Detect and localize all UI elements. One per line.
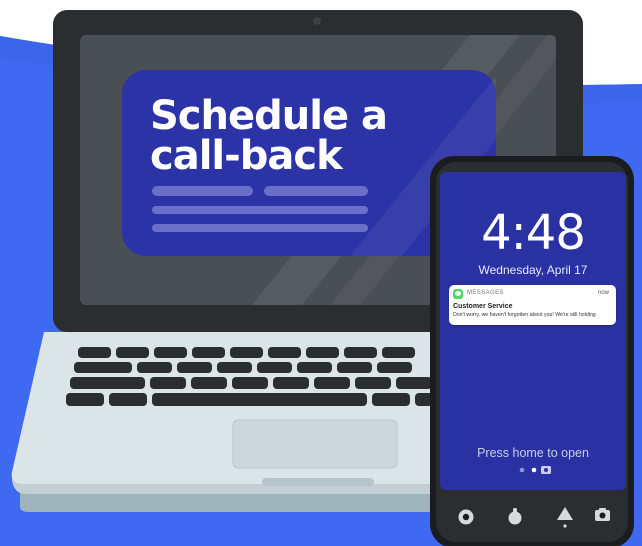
placeholder-line [152,206,368,214]
webcam-icon [313,17,321,25]
notification-time: now [597,290,609,296]
headline-line-2: call-back [150,133,343,179]
message-notification[interactable]: MESSAGES now Customer Service Don't worr… [449,285,616,325]
headline-line-1: Schedule a [150,93,388,139]
notification-title: Customer Service [453,303,513,310]
notification-body: Don't worry, we haven't forgotten about … [453,312,596,318]
page-dot-active [531,467,537,473]
placeholder-line [152,224,368,232]
illustration: Schedule a call-back 4:48 Wednesday, Apr… [0,0,642,546]
unlock-hint: Press home to open [477,446,589,460]
lock-screen-time: 4:48 [481,205,586,261]
hinge-notch [262,478,374,486]
notification-app-name: MESSAGES [467,290,504,296]
placeholder-line [264,186,368,196]
lock-camera-icon [541,466,551,474]
trackpad [232,419,398,469]
page-dot [519,467,525,473]
screen-headline: Schedule a call-back [150,96,480,176]
placeholder-line [152,186,253,196]
lock-screen-date: Wednesday, April 17 [478,263,588,277]
record-icon [458,509,474,525]
messages-app-icon [453,289,463,299]
